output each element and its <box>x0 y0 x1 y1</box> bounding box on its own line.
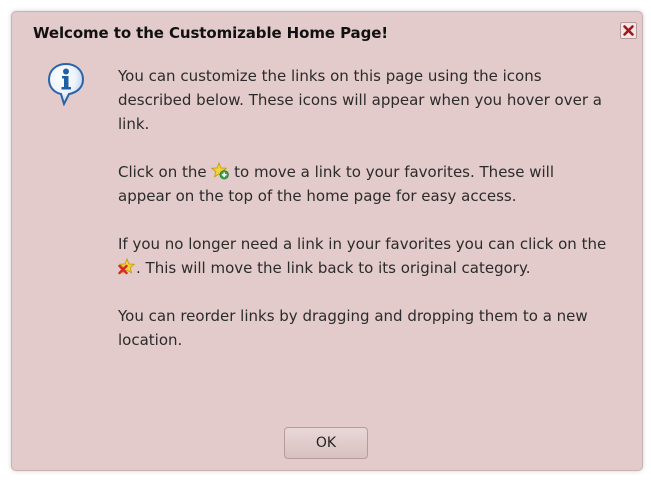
message-paragraph-add-favorite: Click on the to move a link to your favo… <box>118 160 608 208</box>
text-fragment: Click on the <box>118 163 212 181</box>
message-paragraph-remove-favorite: If you no longer need a link in your fav… <box>118 232 608 280</box>
dialog-title: Welcome to the Customizable Home Page! <box>33 24 389 42</box>
info-icon <box>47 62 85 106</box>
ok-button[interactable]: OK <box>284 427 368 459</box>
message-paragraph-reorder: You can reorder links by dragging and dr… <box>118 307 588 349</box>
star-remove-icon <box>118 258 136 275</box>
welcome-dialog: Welcome to the Customizable Home Page! Y… <box>11 11 643 471</box>
text-fragment: If you no longer need a link in your fav… <box>118 235 607 253</box>
close-button[interactable] <box>620 22 637 39</box>
text-fragment: . This will move the link back to its or… <box>136 259 531 277</box>
dialog-message: You can customize the links on this page… <box>118 64 608 376</box>
message-paragraph-customize: You can customize the links on this page… <box>118 67 602 133</box>
close-icon <box>623 25 634 36</box>
star-add-icon <box>211 162 230 180</box>
dialog-title-bar: Welcome to the Customizable Home Page! <box>12 12 642 52</box>
